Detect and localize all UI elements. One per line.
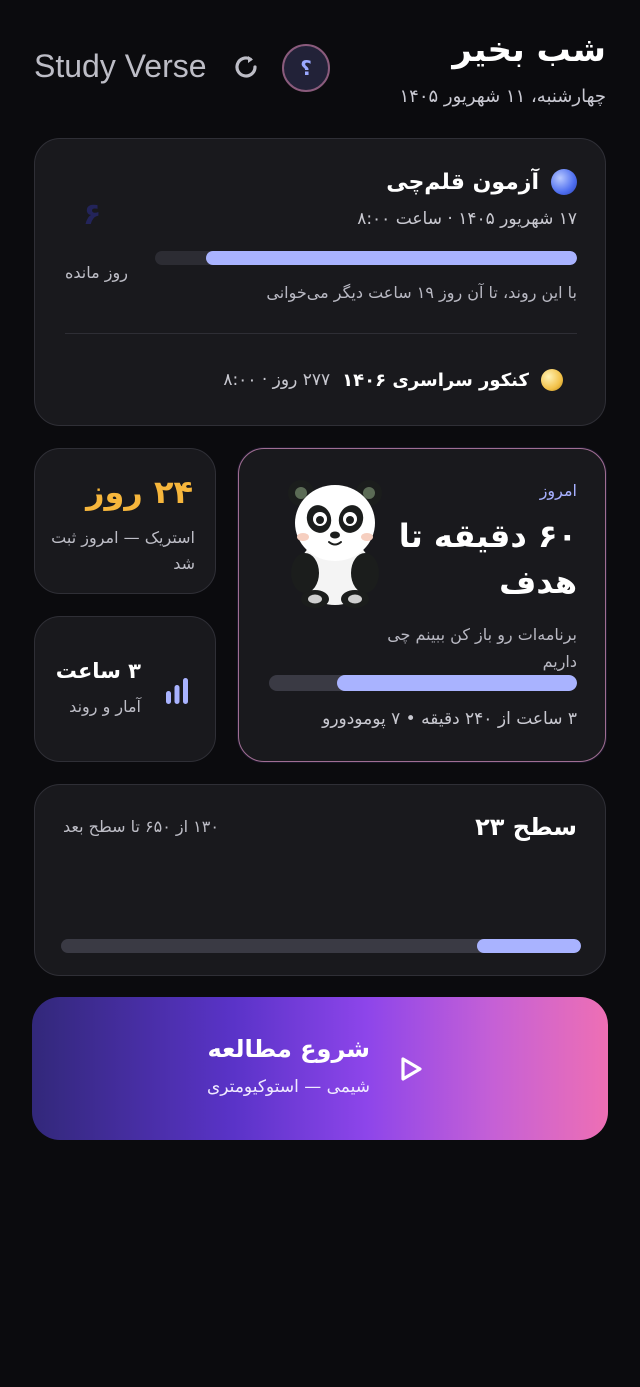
level-progress-bar: [61, 939, 581, 953]
today-goal-text: ۶۰ دقیقه تا هدف: [398, 517, 577, 601]
level-xp: ۱۳۰ از ۶۵۰ تا سطح بعد: [63, 817, 219, 836]
exam-progress-bar: [155, 251, 577, 265]
divider: [65, 333, 577, 334]
start-study-title: شروع مطالعه: [207, 1035, 370, 1063]
days-remaining-label: روز مانده: [65, 263, 128, 282]
exam-title: آزمون قلم‌چی: [386, 169, 539, 195]
today-goal-card[interactable]: امروز ۶۰ دقیقه تا هدف برنامه‌ات رو باز ک…: [238, 448, 606, 762]
streak-value: ۲۴ روز: [86, 473, 193, 511]
help-button[interactable]: ؟: [282, 44, 330, 92]
exam-title-row: آزمون قلم‌چی: [386, 169, 577, 195]
start-study-button[interactable]: شروع مطالعه شیمی — استوکیومتری: [32, 997, 608, 1140]
exam-date: ۱۷ شهریور ۱۴۰۵ · ساعت ۸:۰۰: [357, 209, 577, 229]
current-date: چهارشنبه، ۱۱ شهریور ۱۴۰۵: [399, 86, 606, 107]
level-progress-fill: [477, 939, 581, 953]
level-title: سطح ۲۳: [475, 813, 577, 841]
bar-chart-icon: [166, 678, 188, 704]
next-exam-meta: ۲۷۷ روز · ۸:۰۰: [223, 370, 331, 390]
app-brand: Study Verse: [34, 48, 207, 84]
next-exam-row[interactable]: کنکور سراسری ۱۴۰۶ ۲۷۷ روز · ۸:۰۰: [223, 369, 563, 391]
greeting: شب بخیر: [452, 30, 606, 70]
today-progress-fill: [336, 675, 577, 691]
stats-value: ۳ ساعت: [55, 659, 141, 683]
streak-subtitle: استریک — امروز ثبت شد: [51, 528, 195, 573]
streak-card[interactable]: ۲۴ روز استریک — امروز ثبت شد: [34, 448, 216, 594]
play-icon: [401, 1057, 422, 1081]
exam-countdown-card[interactable]: آزمون قلم‌چی ۱۷ شهریور ۱۴۰۵ · ساعت ۸:۰۰ …: [34, 138, 606, 426]
exam-projection-hint: با این روند، تا آن روز ۱۹ ساعت دیگر می‌خ…: [266, 283, 577, 302]
stats-subtitle: آمار و روند: [69, 697, 141, 716]
next-exam-title: کنکور سراسری ۱۴۰۶: [342, 369, 529, 391]
panda-mascot-icon: [288, 480, 382, 608]
exam-progress-fill: [205, 251, 577, 265]
exam-dot-icon: [551, 169, 577, 195]
stats-card[interactable]: ۳ ساعت آمار و روند: [34, 616, 216, 762]
level-card[interactable]: سطح ۲۳ ۱۳۰ از ۶۵۰ تا سطح بعد: [34, 784, 606, 976]
next-exam-dot-icon: [541, 369, 563, 391]
start-study-subject: شیمی — استوکیومتری: [207, 1077, 370, 1097]
today-message: برنامه‌ات رو باز کن ببینم چی داریم: [387, 625, 577, 671]
help-icon: ؟: [300, 56, 312, 80]
refresh-icon[interactable]: [231, 52, 261, 82]
today-label: امروز: [539, 481, 577, 500]
today-progress-bar: [269, 675, 577, 691]
days-remaining-value: ۶: [83, 197, 102, 232]
today-stats: ۳ ساعت از ۲۴۰ دقیقه • ۷ پومودورو: [322, 709, 577, 729]
